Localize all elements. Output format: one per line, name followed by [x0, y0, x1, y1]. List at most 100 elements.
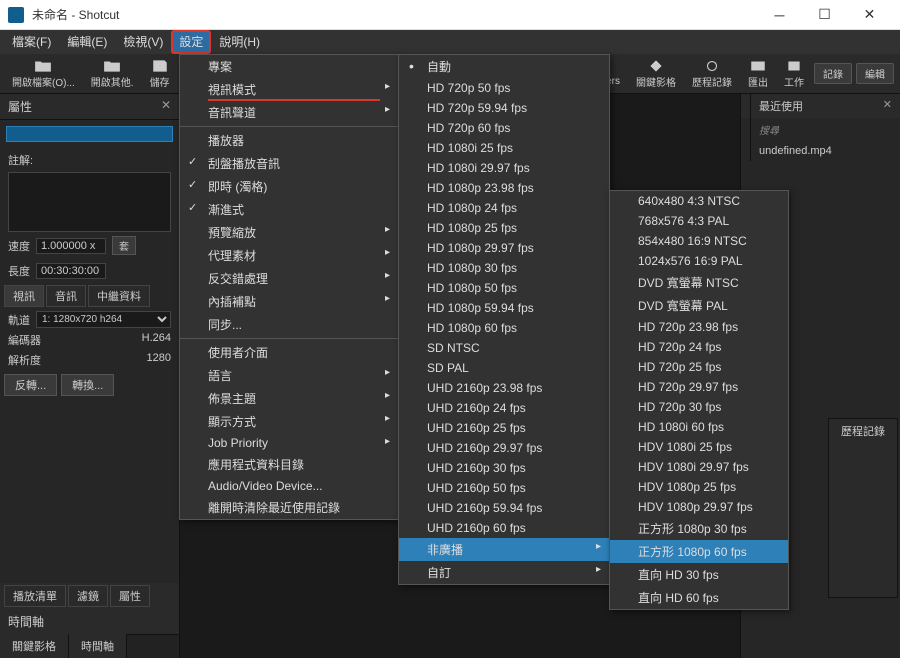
video-mode-item[interactable]: HD 720p 60 fps [399, 118, 609, 138]
non-broadcast-item[interactable]: HD 720p 30 fps [610, 397, 788, 417]
video-mode-item[interactable]: UHD 2160p 30 fps [399, 458, 609, 478]
export-button[interactable]: 匯出 [742, 57, 774, 91]
settings-item[interactable]: 播放器 [180, 129, 398, 152]
convert-button[interactable]: 轉換... [61, 374, 114, 396]
non-broadcast-item[interactable]: HD 720p 29.97 fps [610, 377, 788, 397]
settings-item[interactable]: 音訊聲道 [180, 101, 398, 124]
video-mode-item[interactable]: UHD 2160p 59.94 fps [399, 498, 609, 518]
video-mode-item[interactable]: UHD 2160p 23.98 fps [399, 378, 609, 398]
non-broadcast-item[interactable]: HD 1080i 60 fps [610, 417, 788, 437]
video-mode-item[interactable]: HD 1080i 29.97 fps [399, 158, 609, 178]
history-button[interactable]: 歷程記錄 [686, 57, 738, 91]
non-broadcast-item[interactable]: HD 720p 23.98 fps [610, 317, 788, 337]
video-mode-item[interactable]: 非廣播 [399, 538, 609, 561]
recent-file-item[interactable]: undefined.mp4 [751, 141, 900, 161]
speed-apply-button[interactable]: 套 [112, 236, 136, 255]
video-mode-item[interactable]: SD PAL [399, 358, 609, 378]
tab-properties[interactable]: 屬性 [110, 585, 150, 607]
video-mode-item[interactable]: UHD 2160p 60 fps [399, 518, 609, 538]
settings-item[interactable]: 專案 [180, 55, 398, 78]
video-mode-item[interactable]: SD NTSC [399, 338, 609, 358]
video-mode-item[interactable]: HD 1080i 25 fps [399, 138, 609, 158]
video-mode-item[interactable]: 自訂 [399, 561, 609, 584]
settings-item[interactable]: 離開時清除最近使用記錄 [180, 496, 398, 519]
tab-history[interactable]: 歷程記錄 [828, 418, 898, 598]
menu-file[interactable]: 檔案(F) [4, 30, 59, 54]
non-broadcast-item[interactable]: HDV 1080p 25 fps [610, 477, 788, 497]
non-broadcast-item[interactable]: DVD 寬螢幕 NTSC [610, 271, 788, 294]
menu-view[interactable]: 檢視(V) [115, 30, 171, 54]
non-broadcast-item[interactable]: HDV 1080p 29.97 fps [610, 497, 788, 517]
video-mode-item[interactable]: UHD 2160p 25 fps [399, 418, 609, 438]
video-mode-item[interactable]: HD 1080p 29.97 fps [399, 238, 609, 258]
settings-item[interactable]: 視訊模式 [180, 78, 398, 101]
record-button[interactable]: 記錄 [814, 63, 852, 84]
settings-item[interactable]: 內插補點 [180, 290, 398, 313]
tab-audio[interactable]: 音訊 [46, 285, 86, 307]
tab-filters[interactable]: 濾鏡 [68, 585, 108, 607]
non-broadcast-item[interactable]: 854x480 16:9 NTSC [610, 231, 788, 251]
non-broadcast-item[interactable]: 正方形 1080p 30 fps [610, 517, 788, 540]
settings-item[interactable]: 反交錯處理 [180, 267, 398, 290]
non-broadcast-item[interactable]: 直向 HD 60 fps [610, 586, 788, 609]
footer-tab-keyframes[interactable]: 關鍵影格 [0, 634, 69, 658]
menu-edit[interactable]: 編輯(E) [59, 30, 115, 54]
note-textarea[interactable] [8, 172, 171, 232]
open-other-button[interactable]: 開啟其他. [85, 57, 140, 91]
close-button[interactable]: ✕ [847, 0, 892, 30]
non-broadcast-item[interactable]: DVD 寬螢幕 PAL [610, 294, 788, 317]
video-mode-item[interactable]: HD 720p 59.94 fps [399, 98, 609, 118]
settings-item[interactable]: 預覽縮放 [180, 221, 398, 244]
settings-item[interactable]: 同步... [180, 313, 398, 336]
close-recent-button[interactable]: ✕ [883, 98, 892, 114]
non-broadcast-item[interactable]: HDV 1080i 25 fps [610, 437, 788, 457]
save-button[interactable]: 儲存 [144, 57, 176, 91]
settings-item[interactable]: 即時 (濁格) [180, 175, 398, 198]
jobs-button[interactable]: 工作 [778, 57, 810, 91]
non-broadcast-item[interactable]: 640x480 4:3 NTSC [610, 191, 788, 211]
settings-item[interactable]: Job Priority [180, 433, 398, 453]
video-mode-item[interactable]: 自動 [399, 55, 609, 78]
non-broadcast-item[interactable]: 1024x576 16:9 PAL [610, 251, 788, 271]
open-file-button[interactable]: 開啟檔案(O)... [6, 57, 81, 91]
speed-input[interactable] [36, 238, 106, 254]
settings-item[interactable]: 應用程式資料目錄 [180, 453, 398, 476]
footer-tab-timeline[interactable]: 時間軸 [69, 634, 127, 658]
length-input[interactable] [36, 263, 106, 279]
minimize-button[interactable]: ─ [757, 0, 802, 30]
settings-item[interactable]: 代理素材 [180, 244, 398, 267]
video-mode-item[interactable]: UHD 2160p 50 fps [399, 478, 609, 498]
keyframes-button[interactable]: 關鍵影格 [630, 57, 682, 91]
non-broadcast-item[interactable]: HDV 1080i 29.97 fps [610, 457, 788, 477]
video-mode-item[interactable]: HD 1080p 24 fps [399, 198, 609, 218]
settings-item[interactable]: 刮盤播放音訊 [180, 152, 398, 175]
reverse-button[interactable]: 反轉... [4, 374, 57, 396]
menu-help[interactable]: 說明(H) [211, 30, 268, 54]
video-mode-item[interactable]: HD 1080p 30 fps [399, 258, 609, 278]
settings-item[interactable]: Audio/Video Device... [180, 476, 398, 496]
track-select[interactable]: 1: 1280x720 h264 [36, 311, 171, 328]
edit-button[interactable]: 編輯 [856, 63, 894, 84]
settings-item[interactable]: 漸進式 [180, 198, 398, 221]
tab-video[interactable]: 視訊 [4, 285, 44, 307]
menu-settings[interactable]: 設定 [171, 30, 211, 54]
settings-item[interactable]: 語言 [180, 364, 398, 387]
video-mode-item[interactable]: HD 1080p 60 fps [399, 318, 609, 338]
close-panel-button[interactable]: ✕ [161, 98, 171, 115]
video-mode-item[interactable]: HD 1080p 23.98 fps [399, 178, 609, 198]
non-broadcast-item[interactable]: 768x576 4:3 PAL [610, 211, 788, 231]
settings-item[interactable]: 佈景主題 [180, 387, 398, 410]
non-broadcast-item[interactable]: 正方形 1080p 60 fps [610, 540, 788, 563]
non-broadcast-item[interactable]: HD 720p 25 fps [610, 357, 788, 377]
video-mode-item[interactable]: UHD 2160p 24 fps [399, 398, 609, 418]
tab-metadata[interactable]: 中繼資料 [88, 285, 150, 307]
video-mode-item[interactable]: HD 1080p 59.94 fps [399, 298, 609, 318]
video-mode-item[interactable]: HD 720p 50 fps [399, 78, 609, 98]
non-broadcast-item[interactable]: 直向 HD 30 fps [610, 563, 788, 586]
settings-item[interactable]: 使用者介面 [180, 341, 398, 364]
non-broadcast-item[interactable]: HD 720p 24 fps [610, 337, 788, 357]
tab-playlist[interactable]: 播放清單 [4, 585, 66, 607]
video-mode-item[interactable]: UHD 2160p 29.97 fps [399, 438, 609, 458]
recent-search[interactable]: 搜尋 [751, 118, 900, 141]
video-mode-item[interactable]: HD 1080p 25 fps [399, 218, 609, 238]
